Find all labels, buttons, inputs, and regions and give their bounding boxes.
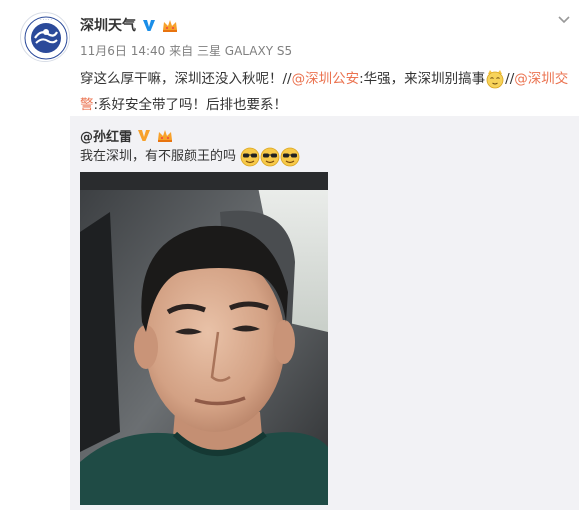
post-text-4: :系好安全带了吗！后排也要系！ [93, 97, 288, 113]
repost-text: 我在深圳，有不服颜王的吗 [80, 146, 300, 168]
repost-text-body: 我在深圳，有不服颜王的吗 [80, 149, 237, 164]
sunglasses-emoji [260, 147, 280, 166]
vip-crown-icon [158, 130, 173, 142]
post-device[interactable]: 三星 GALAXY S5 [197, 44, 292, 58]
selfie-image [80, 172, 328, 505]
post-photo[interactable] [80, 172, 328, 505]
verified-v-icon [143, 20, 155, 31]
author-name[interactable]: 深圳天气 [80, 15, 136, 35]
cat-emoji [486, 70, 504, 89]
sunglasses-emoji [280, 147, 300, 166]
chevron-down-icon[interactable] [557, 14, 571, 26]
vip-crown-icon [163, 20, 177, 32]
mention-shenzhen-police[interactable]: @深圳公安 [292, 71, 360, 87]
verified-v-icon [138, 130, 151, 141]
weather-logo-icon: · · · · · [22, 14, 69, 61]
post-time[interactable]: 11月6日 14:40 [80, 44, 165, 58]
svg-text:· · · · ·: · · · · · [40, 17, 51, 22]
post-header: 深圳天气 [80, 14, 180, 36]
source-prefix: 来自 [169, 44, 194, 58]
repost-card: @孙红雷 我在深圳，有不服颜王的吗 [70, 116, 579, 510]
post-text: 穿这么厚干嘛，深圳还没入秋呢！//@深圳公安:华强，来深圳别搞事 //@深圳交警… [80, 66, 572, 118]
sunglasses-emoji [240, 147, 260, 166]
avatar[interactable]: · · · · · [20, 12, 70, 62]
post-text-1: 穿这么厚干嘛，深圳还没入秋呢！// [80, 71, 292, 87]
post-text-2: :华强，来深圳别搞事 [359, 71, 486, 87]
repost-author-line: @孙红雷 [80, 126, 175, 145]
post-meta: 11月6日 14:40 来自 三星 GALAXY S5 [80, 42, 292, 59]
repost-author[interactable]: @孙红雷 [80, 126, 132, 145]
post-text-3: // [505, 71, 515, 87]
